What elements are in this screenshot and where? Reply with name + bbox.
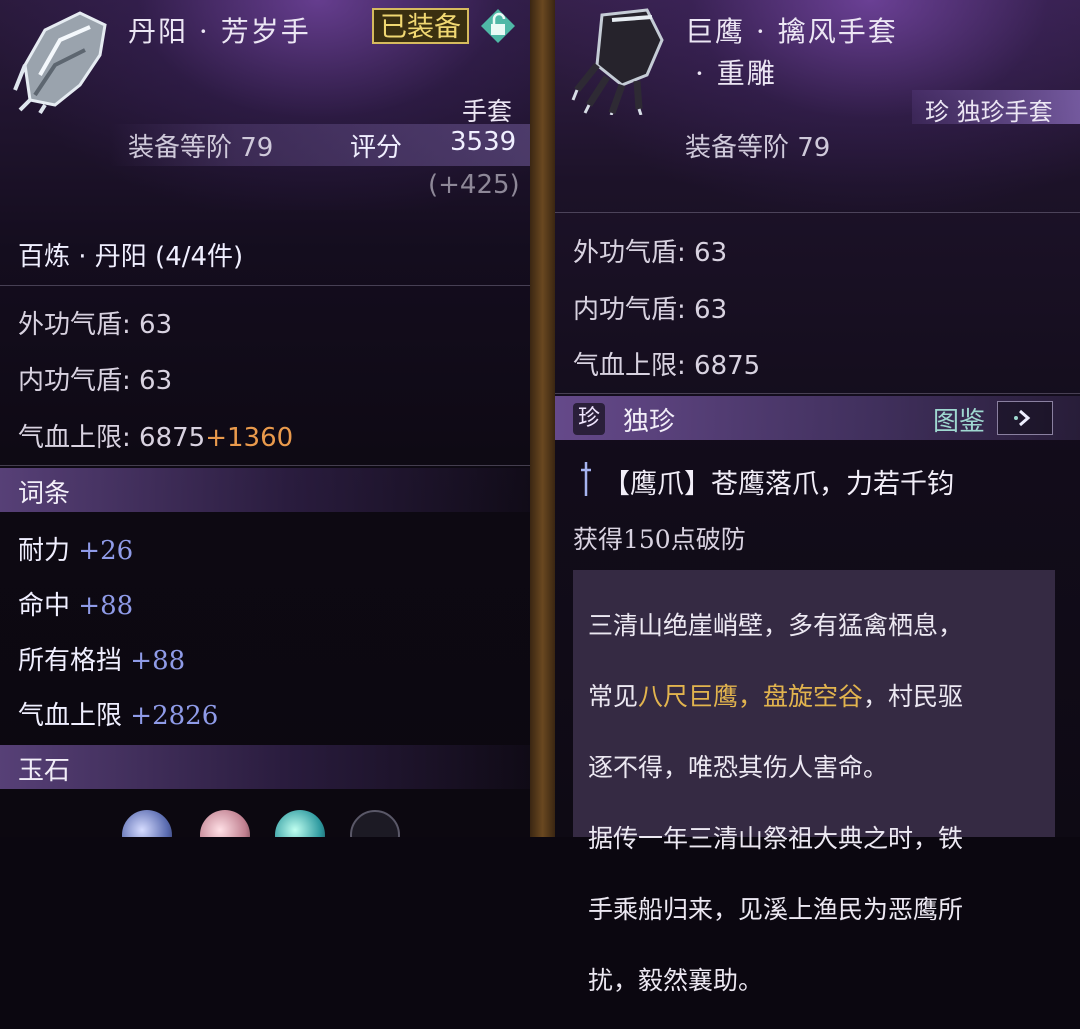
affix-value: +26 (78, 536, 134, 566)
gauntlet-icon (10, 5, 120, 115)
lore-fragment: ，村民驱 (863, 682, 964, 711)
score-value: 3539 (450, 127, 517, 157)
rarity-icon: 珍 (573, 403, 605, 435)
stat-row: 外功气盾: 63 (18, 304, 172, 341)
stat-value: 6875 (139, 423, 206, 453)
lore-line: 据传一年三清山祭祖大典之时，铁 (588, 824, 964, 853)
item-title: 巨鹰 · 擒风手套 (685, 15, 898, 48)
divider (0, 465, 530, 466)
stat-label: 气血上限: (573, 351, 695, 381)
dagger-icon (579, 462, 593, 496)
affix-label: 所有格挡 (18, 646, 123, 676)
stat-bonus: +1360 (205, 423, 294, 453)
tier-label: 装备等阶 79 (685, 133, 831, 163)
stat-value: 63 (139, 310, 173, 340)
stat-value: 63 (694, 238, 728, 268)
equipped-badge: 已装备 (372, 8, 469, 44)
score-delta: (+425) (428, 170, 520, 200)
divider (0, 285, 530, 286)
stat-label: 外功气盾: (18, 310, 140, 340)
item-title: 丹阳 · 芳岁手 (128, 15, 311, 48)
stat-row: 内功气盾: 63 (18, 360, 172, 397)
affix-label: 气血上限 (18, 701, 123, 731)
lore-line: 扰，毅然襄助。 (588, 966, 764, 995)
stat-label: 内功气盾: (18, 366, 140, 396)
affix-title: 词条 (18, 479, 71, 509)
codex-link[interactable]: 图鉴 (933, 401, 985, 438)
lore-text: 三清山绝崖峭壁，多有猛禽栖息， 常见八尺巨鹰，盘旋空谷，村民驱 逐不得，唯恐其伤… (588, 578, 1048, 1029)
divider (555, 393, 1080, 394)
affix-row: 耐力 +26 (18, 530, 133, 567)
panel-divider (530, 0, 555, 837)
divider (555, 212, 1080, 213)
slot-type: 手套 (462, 97, 513, 126)
affix-label: 耐力 (18, 536, 71, 566)
codex-arrow-button[interactable] (997, 401, 1053, 435)
tier-label: 装备等阶 79 (128, 133, 274, 163)
stat-label: 外功气盾: (573, 238, 695, 268)
score-label: 评分 (350, 133, 403, 163)
lore-highlight: 八尺巨鹰，盘旋空谷 (638, 682, 864, 711)
jade-gem-icon[interactable] (200, 810, 250, 837)
jade-section-bar (0, 745, 530, 789)
lore-line: 逐不得，唯恐其伤人害命。 (588, 753, 889, 782)
lore-fragment: 常见 (588, 682, 639, 711)
rarity-tag: 珍 独珍手套 (925, 98, 1053, 126)
affix-value: +88 (130, 646, 186, 676)
stat-row: 外功气盾: 63 (573, 232, 727, 269)
affix-row: 所有格挡 +88 (18, 640, 185, 677)
item-title-suffix: · 重雕 (695, 57, 777, 90)
lore-line: 三清山绝崖峭壁，多有猛禽栖息， (588, 611, 964, 640)
stat-label: 气血上限: (18, 423, 140, 453)
lore-line: 手乘船归来，见溪上渔民为恶鹰所 (588, 895, 964, 924)
equipped-item-panel: 丹阳 · 芳岁手 已装备 手套 装备等阶 79 评分 3539 (+425) 百… (0, 0, 530, 837)
affix-row: 命中 +88 (18, 585, 133, 622)
jade-title: 玉石 (18, 756, 71, 786)
stat-row: 气血上限: 6875 (573, 345, 760, 382)
unlock-icon[interactable] (480, 8, 516, 44)
skill-description: 获得150点破防 (573, 525, 746, 554)
jade-gem-icon[interactable] (122, 810, 172, 837)
affix-value: +88 (78, 591, 134, 621)
affix-label: 命中 (18, 591, 71, 621)
lore-line: 常见八尺巨鹰，盘旋空谷，村民驱 (588, 674, 1048, 720)
stat-label: 内功气盾: (573, 295, 695, 325)
claw-gauntlet-icon (567, 5, 677, 116)
jade-gem-icon[interactable] (275, 810, 325, 837)
empty-gem-slot[interactable] (350, 810, 400, 837)
stat-row: 气血上限: 6875+1360 (18, 417, 293, 454)
affix-section-bar (0, 468, 530, 512)
set-name: 百炼 · 丹阳 (4/4件) (18, 242, 244, 272)
skill-name: 【鹰爪】苍鹰落爪，力若千钧 (603, 469, 954, 500)
stat-value: 63 (139, 366, 173, 396)
rarity-title: 独珍 (623, 407, 676, 437)
affix-value: +2826 (130, 701, 219, 731)
stat-row: 内功气盾: 63 (573, 289, 727, 326)
affix-row: 气血上限 +2826 (18, 695, 218, 732)
stat-value: 6875 (694, 351, 761, 381)
stat-value: 63 (694, 295, 728, 325)
